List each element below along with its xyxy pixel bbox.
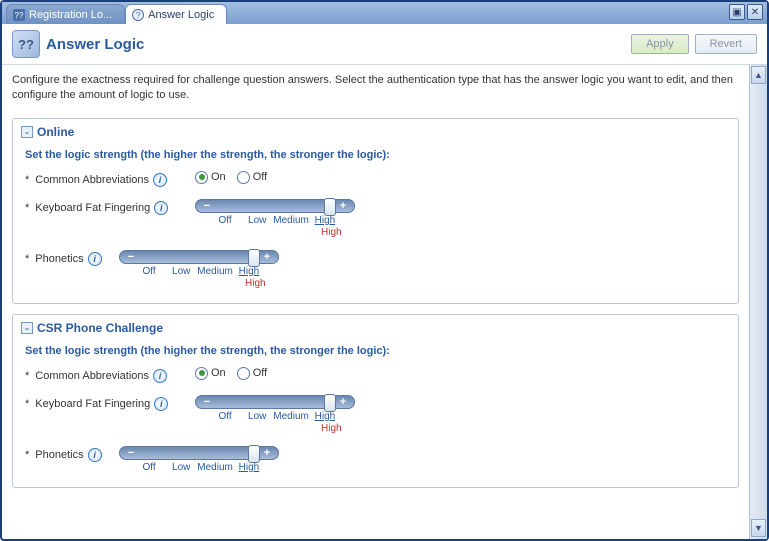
tick-low: Low <box>165 266 197 277</box>
slider-track[interactable]: − + <box>119 250 279 264</box>
required-marker: * <box>25 370 29 382</box>
field-label: Phonetics <box>35 449 83 461</box>
radio-on[interactable] <box>195 171 208 184</box>
answer-logic-icon: ?? <box>12 30 40 58</box>
radio-on[interactable] <box>195 367 208 380</box>
slider-thumb[interactable] <box>248 249 260 267</box>
phonetics-slider: − + Off Low Medium High <box>119 446 279 473</box>
required-marker: * <box>25 202 29 214</box>
strength-label: Set the logic strength (the higher the s… <box>25 345 726 357</box>
tab-registration-logic[interactable]: ?? Registration Lo... <box>6 4 125 24</box>
info-icon[interactable]: i <box>153 173 167 187</box>
slider-thumb[interactable] <box>248 445 260 463</box>
tick-off: Off <box>209 215 241 226</box>
page-title: Answer Logic <box>46 36 631 53</box>
slider-track[interactable]: − + <box>195 395 355 409</box>
slider-minus-icon[interactable]: − <box>198 396 216 408</box>
panel-title: Online <box>37 125 74 139</box>
slider-track[interactable]: − + <box>119 446 279 460</box>
tick-low: Low <box>241 215 273 226</box>
revert-button[interactable]: Revert <box>695 34 757 54</box>
slider-plus-icon[interactable]: + <box>334 200 352 212</box>
strength-label: Set the logic strength (the higher the s… <box>25 149 726 161</box>
detach-icon[interactable]: ▣ <box>729 4 745 20</box>
tick-high: High <box>309 411 341 422</box>
header: ?? Answer Logic Apply Revert <box>2 24 767 65</box>
radio-label-on: On <box>211 171 226 183</box>
app-window: ?? Registration Lo... ? Answer Logic ▣ ✕… <box>0 0 769 541</box>
close-icon[interactable]: ✕ <box>747 4 763 20</box>
field-label: Common Abbreviations <box>35 370 149 382</box>
vertical-scrollbar[interactable]: ▲ ▼ <box>749 65 767 539</box>
abbrev-radio-group: On Off <box>195 171 275 184</box>
chevron-down-icon: ⌄ <box>21 126 33 138</box>
scroll-up-icon[interactable]: ▲ <box>751 66 766 84</box>
description-text: Configure the exactness required for cha… <box>12 73 739 104</box>
field-label: Common Abbreviations <box>35 174 149 186</box>
tab-label: Answer Logic <box>148 9 214 21</box>
tick-high: High <box>309 215 341 226</box>
tick-low: Low <box>165 462 197 473</box>
tick-low: Low <box>241 411 273 422</box>
info-icon[interactable]: i <box>154 201 168 215</box>
radio-off[interactable] <box>237 171 250 184</box>
required-marker: * <box>25 174 29 186</box>
slider-thumb[interactable] <box>324 198 336 216</box>
content-area: Configure the exactness required for cha… <box>2 65 749 539</box>
tick-off: Off <box>133 462 165 473</box>
tab-label: Registration Lo... <box>29 9 112 21</box>
info-icon[interactable]: i <box>88 252 102 266</box>
tab-icon: ? <box>132 9 144 21</box>
panel-toggle-csr[interactable]: ⌄ CSR Phone Challenge <box>13 315 738 341</box>
required-marker: * <box>25 398 29 410</box>
scroll-down-icon[interactable]: ▼ <box>751 519 766 537</box>
tick-off: Off <box>133 266 165 277</box>
panel-title: CSR Phone Challenge <box>37 321 163 335</box>
radio-label-off: Off <box>253 171 267 183</box>
tick-medium: Medium <box>197 462 233 473</box>
slider-value: High <box>245 278 266 289</box>
tick-high: High <box>233 266 265 277</box>
slider-minus-icon[interactable]: − <box>122 447 140 459</box>
info-icon[interactable]: i <box>153 369 167 383</box>
info-icon[interactable]: i <box>88 448 102 462</box>
tick-high: High <box>233 462 265 473</box>
tick-medium: Medium <box>273 215 309 226</box>
tab-icon: ?? <box>13 9 25 21</box>
slider-plus-icon[interactable]: + <box>334 396 352 408</box>
slider-value: High <box>321 227 342 238</box>
panel-online: ⌄ Online Set the logic strength (the hig… <box>12 118 739 304</box>
field-label: Keyboard Fat Fingering <box>35 398 150 410</box>
chevron-down-icon: ⌄ <box>21 322 33 334</box>
slider-track[interactable]: − + <box>195 199 355 213</box>
fatfinger-slider: − + Off Low Medium High High <box>195 199 355 238</box>
field-label: Keyboard Fat Fingering <box>35 202 150 214</box>
phonetics-slider: − + Off Low Medium High High <box>119 250 279 289</box>
abbrev-radio-group: On Off <box>195 367 275 380</box>
slider-minus-icon[interactable]: − <box>122 251 140 263</box>
required-marker: * <box>25 449 29 461</box>
field-label: Phonetics <box>35 253 83 265</box>
info-icon[interactable]: i <box>154 397 168 411</box>
apply-button[interactable]: Apply <box>631 34 689 54</box>
radio-label-off: Off <box>253 367 267 379</box>
fatfinger-slider: − + Off Low Medium High High <box>195 395 355 434</box>
tab-bar: ?? Registration Lo... ? Answer Logic ▣ ✕ <box>2 2 767 24</box>
radio-off[interactable] <box>237 367 250 380</box>
tick-medium: Medium <box>197 266 233 277</box>
slider-thumb[interactable] <box>324 394 336 412</box>
slider-plus-icon[interactable]: + <box>258 251 276 263</box>
slider-plus-icon[interactable]: + <box>258 447 276 459</box>
radio-label-on: On <box>211 367 226 379</box>
tick-medium: Medium <box>273 411 309 422</box>
panel-csr: ⌄ CSR Phone Challenge Set the logic stre… <box>12 314 739 488</box>
tab-answer-logic[interactable]: ? Answer Logic <box>125 4 227 24</box>
tick-off: Off <box>209 411 241 422</box>
panel-toggle-online[interactable]: ⌄ Online <box>13 119 738 145</box>
slider-value: High <box>321 423 342 434</box>
required-marker: * <box>25 253 29 265</box>
slider-minus-icon[interactable]: − <box>198 200 216 212</box>
